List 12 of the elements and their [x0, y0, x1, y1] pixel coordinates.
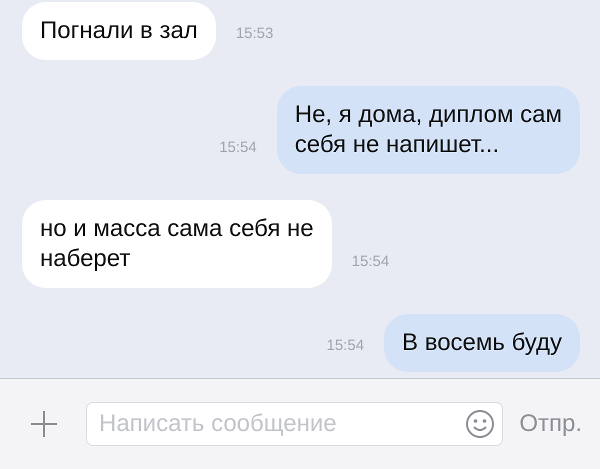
- message-time: 15:54: [352, 253, 390, 270]
- message-time: 15:54: [219, 139, 257, 156]
- incoming-message: но и масса сама себя не наберет: [22, 200, 332, 288]
- message-time: 15:53: [236, 25, 274, 42]
- plus-icon[interactable]: [30, 410, 58, 438]
- outgoing-message: Не, я дома, диплом сам себя не напишет...: [276, 86, 580, 174]
- message-field[interactable]: Написать сообщение: [86, 402, 504, 446]
- smiley-icon[interactable]: [465, 409, 496, 439]
- message-time: 15:54: [326, 337, 364, 354]
- incoming-message: Погнали в зал: [22, 2, 216, 60]
- send-button[interactable]: Отпр.: [519, 410, 582, 438]
- outgoing-message: В восемь буду: [384, 314, 580, 372]
